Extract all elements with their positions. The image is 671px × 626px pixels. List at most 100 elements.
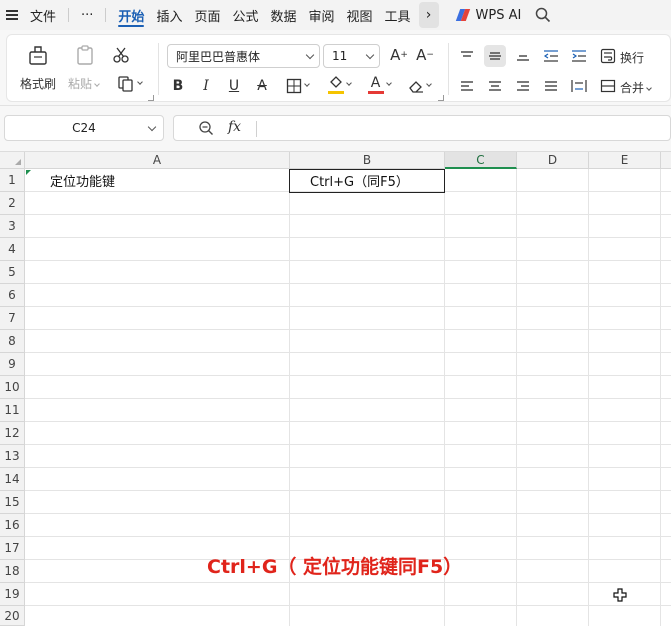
grid-line (25, 513, 671, 514)
row-header-3[interactable]: 3 (0, 215, 25, 238)
row-header-2[interactable]: 2 (0, 192, 25, 215)
italic-icon[interactable]: I (197, 77, 215, 95)
tab-review[interactable]: 审阅 (303, 0, 341, 30)
select-all-corner[interactable] (0, 152, 25, 169)
row-header-5[interactable]: 5 (0, 261, 25, 284)
more-menu-button[interactable]: ··· (75, 0, 99, 30)
distributed-align-icon[interactable] (569, 77, 589, 95)
grid-line (25, 490, 671, 491)
align-center-icon[interactable] (485, 77, 505, 95)
tutorial-caption: Ctrl+G（ 定位功能键同F5） (207, 556, 463, 578)
row-header-20[interactable]: 20 (0, 606, 25, 626)
grid-line (25, 329, 671, 330)
column-header-d[interactable]: D (517, 152, 589, 169)
insert-function-icon[interactable]: fx (228, 119, 241, 135)
grid-line (25, 421, 671, 422)
format-painter-icon[interactable] (25, 43, 51, 67)
column-header-next[interactable] (661, 152, 671, 169)
cut-icon[interactable] (111, 45, 131, 65)
increase-indent-icon[interactable] (569, 47, 589, 65)
chevron-down-icon (365, 50, 375, 60)
ribbon: 格式刷 粘贴 阿里巴巴普惠体 11 A + A − B I U A A 换行 合… (0, 30, 671, 106)
row-header-8[interactable]: 8 (0, 330, 25, 353)
grid-line (25, 237, 671, 238)
increase-font-size-icon[interactable]: A + (389, 45, 409, 65)
row-header-11[interactable]: 11 (0, 399, 25, 422)
justify-icon[interactable] (541, 77, 561, 95)
file-menu[interactable]: 文件 (24, 0, 62, 30)
row-header-1[interactable]: 1 (0, 169, 25, 192)
fill-color-icon[interactable] (323, 75, 355, 95)
format-painter-label[interactable]: 格式刷 (20, 75, 56, 92)
tab-home[interactable]: 开始 (112, 0, 150, 30)
row-header-6[interactable]: 6 (0, 284, 25, 307)
clear-format-icon[interactable] (403, 77, 435, 95)
grid-line (25, 283, 671, 284)
wps-ai-button[interactable]: WPS AI (455, 8, 521, 23)
chevron-right-icon[interactable]: › (418, 2, 439, 28)
tab-formula[interactable]: 公式 (226, 0, 264, 30)
row-header-9[interactable]: 9 (0, 353, 25, 376)
tab-insert[interactable]: 插入 (150, 0, 188, 30)
clipboard-group-expand-icon[interactable] (148, 95, 154, 101)
tab-page[interactable]: 页面 (188, 0, 226, 30)
cell-a1[interactable]: 定位功能键 (50, 169, 115, 191)
row-header-12[interactable]: 12 (0, 422, 25, 445)
row-header-4[interactable]: 4 (0, 238, 25, 261)
borders-icon[interactable] (281, 77, 313, 95)
font-color-icon[interactable]: A (363, 75, 395, 95)
font-size-select[interactable]: 11 (323, 44, 380, 68)
spreadsheet-grid[interactable]: A B C D E 1 2 3 4 5 6 7 8 9 10 11 12 13 … (0, 152, 671, 626)
row-header-15[interactable]: 15 (0, 491, 25, 514)
formula-bar: C24 fx (0, 106, 671, 152)
align-top-icon[interactable] (457, 47, 477, 65)
chevron-down-icon (345, 80, 352, 86)
row-header-10[interactable]: 10 (0, 376, 25, 399)
tab-tools[interactable]: 工具 (379, 0, 417, 30)
font-name-select[interactable]: 阿里巴巴普惠体 (167, 44, 320, 68)
tab-data[interactable]: 数据 (264, 0, 302, 30)
column-header-c[interactable]: C (445, 152, 517, 169)
wrap-text-icon[interactable] (599, 47, 617, 65)
align-left-icon[interactable] (457, 77, 477, 95)
column-header-a[interactable]: A (25, 152, 290, 169)
name-box[interactable]: C24 (4, 115, 164, 141)
grid-line (25, 605, 671, 606)
underline-icon[interactable]: U (225, 77, 243, 95)
grid-line (25, 536, 671, 537)
menu-separator (105, 8, 107, 22)
wrap-text-label[interactable]: 换行 (620, 49, 644, 66)
font-group-expand-icon[interactable] (438, 95, 444, 101)
ribbon-panel: 格式刷 粘贴 阿里巴巴普惠体 11 A + A − B I U A A 换行 合… (6, 34, 671, 102)
column-header-b[interactable]: B (290, 152, 445, 169)
row-header-7[interactable]: 7 (0, 307, 25, 330)
chevron-down-icon (303, 81, 310, 87)
strikethrough-icon[interactable]: A (253, 77, 271, 95)
align-middle-icon[interactable] (484, 45, 506, 67)
decrease-indent-icon[interactable] (541, 47, 561, 65)
paste-label[interactable]: 粘贴 (68, 75, 100, 92)
search-icon[interactable] (535, 7, 551, 23)
paste-icon[interactable] (73, 43, 97, 67)
merge-cells-label[interactable]: 合并 (620, 79, 652, 96)
row-header-13[interactable]: 13 (0, 445, 25, 468)
bold-icon[interactable]: B (169, 77, 187, 95)
decrease-font-size-icon[interactable]: A − (415, 45, 435, 65)
align-right-icon[interactable] (513, 77, 533, 95)
cell-comment-marker (26, 170, 31, 175)
copy-icon[interactable] (113, 75, 145, 93)
row-header-16[interactable]: 16 (0, 514, 25, 537)
row-header-19[interactable]: 19 (0, 583, 25, 606)
row-header-18[interactable]: 18 (0, 560, 25, 583)
menu-icon[interactable] (6, 10, 20, 20)
row-header-17[interactable]: 17 (0, 537, 25, 560)
row-header-14[interactable]: 14 (0, 468, 25, 491)
formula-input[interactable]: fx (173, 115, 671, 141)
tab-view[interactable]: 视图 (341, 0, 379, 30)
group-separator (448, 43, 449, 95)
zoom-magnifier-icon[interactable] (198, 120, 214, 136)
align-bottom-icon[interactable] (513, 47, 533, 65)
column-header-e[interactable]: E (589, 152, 661, 169)
cell-b1[interactable]: Ctrl+G（同F5） (310, 169, 409, 192)
merge-cells-icon[interactable] (599, 77, 617, 95)
